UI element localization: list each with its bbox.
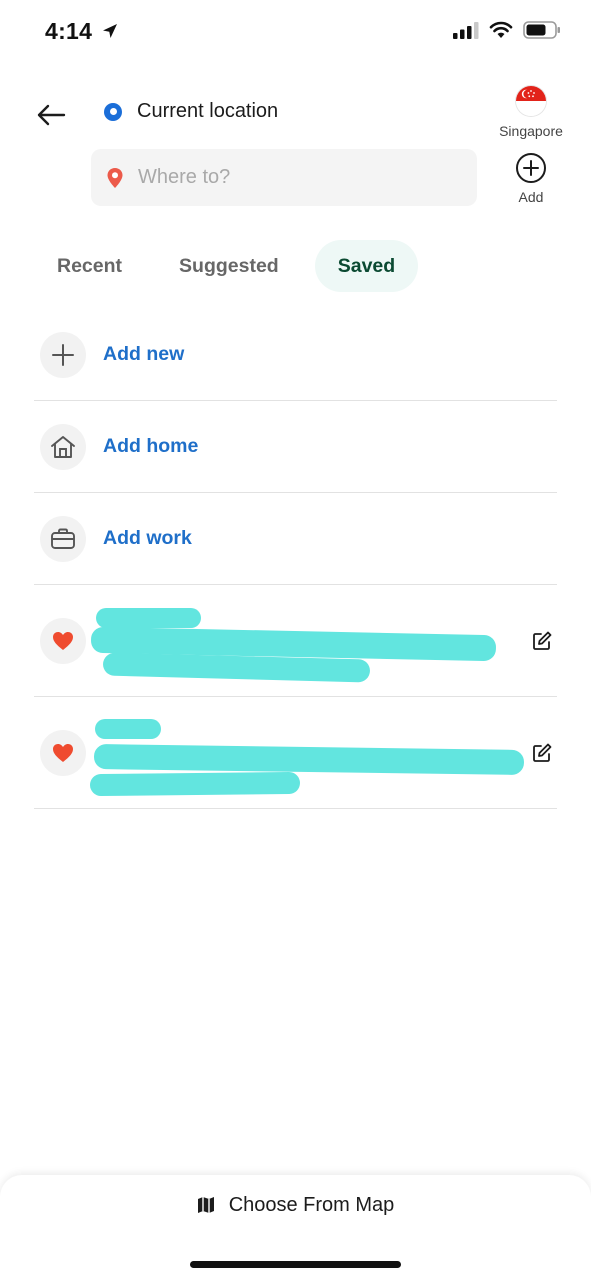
region-label: Singapore <box>499 123 563 139</box>
edit-button[interactable] <box>527 626 557 656</box>
origin-dot-icon <box>104 102 122 121</box>
arrow-left-icon <box>37 104 66 126</box>
origin-label: Current location <box>137 100 279 122</box>
redacted-subtext <box>89 771 301 797</box>
place-tabs: Recent Suggested Saved <box>36 240 433 292</box>
saved-place-details <box>89 697 527 808</box>
briefcase-icon <box>40 515 86 562</box>
saved-place-details <box>90 585 527 696</box>
add-stop-label: Add <box>518 189 544 205</box>
edit-button[interactable] <box>527 738 557 768</box>
add-work-label: Add work <box>103 527 192 549</box>
saved-place-row[interactable] <box>34 697 557 809</box>
tab-recent[interactable]: Recent <box>36 240 143 292</box>
redacted-title <box>96 608 201 628</box>
add-new-label: Add new <box>103 343 185 365</box>
choose-from-map-label: Choose From Map <box>228 1193 395 1216</box>
saved-list: Add new Add home Add work <box>34 309 557 809</box>
location-arrow-icon <box>102 24 117 38</box>
home-indicator <box>190 1261 401 1268</box>
add-home-label: Add home <box>103 435 199 457</box>
heart-icon <box>40 617 86 664</box>
map-icon <box>197 1197 214 1213</box>
status-time-text: 4:14 <box>45 18 93 44</box>
destination-field[interactable] <box>91 149 477 206</box>
edit-icon <box>533 743 552 762</box>
redacted-address <box>93 743 525 776</box>
tab-suggested[interactable]: Suggested <box>158 240 300 292</box>
battery-icon <box>523 21 560 39</box>
add-work-row[interactable]: Add work <box>34 493 557 585</box>
plus-circle-icon <box>516 153 546 183</box>
plus-icon <box>40 331 86 378</box>
wifi-icon <box>489 21 513 38</box>
redacted-title <box>95 719 161 739</box>
tab-saved[interactable]: Saved <box>314 240 419 292</box>
add-stop-button[interactable]: Add <box>505 152 557 205</box>
destination-input[interactable] <box>136 165 460 190</box>
home-icon <box>40 423 86 470</box>
back-button[interactable] <box>30 95 72 135</box>
status-icons <box>453 20 561 40</box>
cellular-signal-icon <box>453 22 479 39</box>
singapore-flag-icon <box>516 86 546 116</box>
choose-from-map-button[interactable]: Choose From Map <box>0 1186 591 1224</box>
heart-icon <box>40 729 86 776</box>
add-home-row[interactable]: Add home <box>34 401 557 493</box>
map-pin-icon <box>107 167 123 188</box>
origin-field[interactable]: Current location <box>104 100 278 123</box>
status-time: 4:14 <box>45 18 119 45</box>
saved-place-row[interactable] <box>34 585 557 697</box>
edit-icon <box>533 631 552 650</box>
region-selector[interactable]: Singapore <box>494 86 568 139</box>
add-new-row[interactable]: Add new <box>34 309 557 401</box>
